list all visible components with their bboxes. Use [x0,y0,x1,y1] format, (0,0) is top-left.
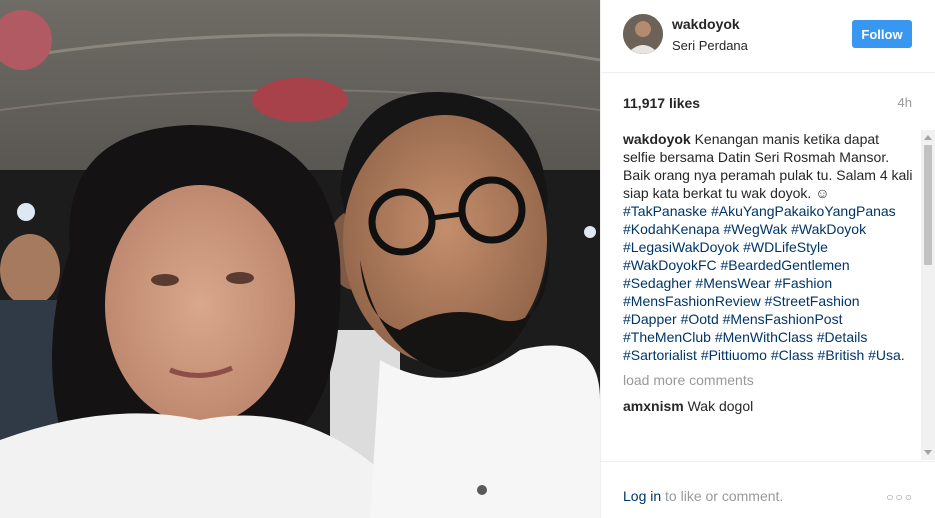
scroll-down-arrow-icon[interactable] [924,450,932,455]
hashtag-link[interactable]: #TheMenClub [623,329,711,345]
hashtag-link[interactable]: #MensFashionReview [623,293,761,309]
post-photo[interactable] [0,0,600,518]
more-options-icon[interactable]: ○○○ [886,490,914,504]
hashtag-link[interactable]: #WakDoyok [791,221,866,237]
hashtag-link[interactable]: #WegWak [723,221,787,237]
hashtag-link[interactable]: #British [818,347,865,363]
hashtag-link[interactable]: #LegasiWakDoyok [623,239,739,255]
follow-button[interactable]: Follow [852,20,912,48]
load-more-comments-link[interactable]: load more comments [623,372,913,388]
post-side-panel: wakdoyok Seri Perdana Follow 11,917 like… [600,0,935,518]
hashtag-link[interactable]: #WDLifeStyle [743,239,828,255]
hashtag-link[interactable]: #TakPanaske [623,203,707,219]
author-username-link[interactable]: wakdoyok [672,16,740,32]
hashtag-link[interactable]: #Ootd [681,311,719,327]
hashtag-link[interactable]: #Fashion [775,275,833,291]
comment-text: Wak dogol [687,398,754,414]
hashtag-link[interactable]: #BeardedGentlemen [721,257,850,273]
comments-scrollbar[interactable] [921,130,935,460]
post-footer: Log in to like or comment. ○○○ [601,461,935,518]
avatar[interactable] [623,14,663,54]
login-link[interactable]: Log in [623,488,661,504]
location-link[interactable]: Seri Perdana [672,38,748,53]
hashtag-link[interactable]: #Details [817,329,868,345]
caption: wakdoyok Kenangan manis ketika dapat sel… [623,130,913,364]
caption-username-link[interactable]: wakdoyok [623,131,691,147]
post-time[interactable]: 4h [898,95,912,110]
selfie-image [0,0,600,518]
hashtag-link[interactable]: #MensFashionPost [723,311,843,327]
hashtag-link[interactable]: #MenWithClass [715,329,813,345]
caption-hashtags: #TakPanaske #AkuYangPakaikoYangPanas #Ko… [623,203,905,363]
comment-item: amxnism Wak dogol [623,397,913,415]
likes-count[interactable]: 11,917 likes [623,95,700,111]
comment-username-link[interactable]: amxnism [623,398,684,414]
hashtag-link[interactable]: #Sedagher [623,275,692,291]
hashtag-link[interactable]: #StreetFashion [765,293,860,309]
avatar-image [623,14,663,54]
hashtag-link[interactable]: #Dapper [623,311,677,327]
hashtag-link[interactable]: #KodahKenapa [623,221,720,237]
scroll-up-arrow-icon[interactable] [924,135,932,140]
hashtag-link[interactable]: #Pittiuomo [701,347,767,363]
post-header: wakdoyok Seri Perdana Follow [601,0,935,73]
post-stats: 11,917 likes 4h [601,73,935,129]
hashtag-link[interactable]: #Usa. [868,347,905,363]
hashtag-link[interactable]: #Class [771,347,814,363]
scroll-thumb[interactable] [924,145,932,265]
hashtag-link[interactable]: #Sartorialist [623,347,697,363]
login-prompt: Log in to like or comment. [623,488,783,504]
hashtag-link[interactable]: #AkuYangPakaikoYangPanas [711,203,896,219]
hashtag-link[interactable]: #WakDoyokFC [623,257,717,273]
login-suffix: to like or comment. [665,488,784,504]
hashtag-link[interactable]: #MensWear [695,275,770,291]
comments-list: wakdoyok Kenangan manis ketika dapat sel… [623,130,913,460]
